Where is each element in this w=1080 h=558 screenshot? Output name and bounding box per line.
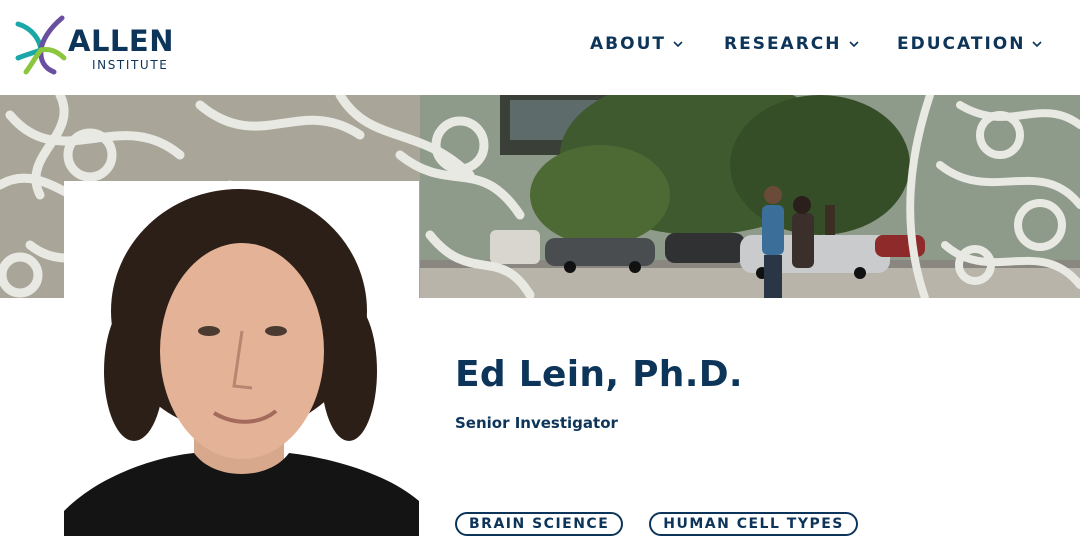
tag-human-cell-types[interactable]: HUMAN CELL TYPES — [649, 512, 858, 536]
tag-brain-science[interactable]: BRAIN SCIENCE — [455, 512, 624, 536]
chevron-down-icon — [1032, 41, 1043, 48]
nav-item-research[interactable]: RESEARCH — [724, 34, 860, 54]
chevron-down-icon — [673, 41, 683, 48]
nav-item-about[interactable]: ABOUT — [590, 34, 684, 54]
logo-subtitle: INSTITUTE — [92, 58, 169, 72]
profile-photo — [64, 181, 419, 536]
research-tags: BRAIN SCIENCE HUMAN CELL TYPES — [455, 512, 858, 536]
profile-name: Ed Lein, Ph.D. — [455, 354, 743, 395]
profile-title: Senior Investigator — [455, 414, 618, 432]
main-nav: ABOUT RESEARCH EDUCATION — [0, 34, 1080, 58]
site-header: ALLEN INSTITUTE ABOUT RESEARCH EDUCATION — [0, 0, 1080, 95]
chevron-down-icon — [848, 41, 859, 48]
nav-label-education: EDUCATION — [897, 34, 1026, 54]
nav-label-research: RESEARCH — [724, 34, 842, 54]
nav-label-about: ABOUT — [590, 34, 666, 54]
nav-item-education[interactable]: EDUCATION — [897, 34, 1043, 54]
